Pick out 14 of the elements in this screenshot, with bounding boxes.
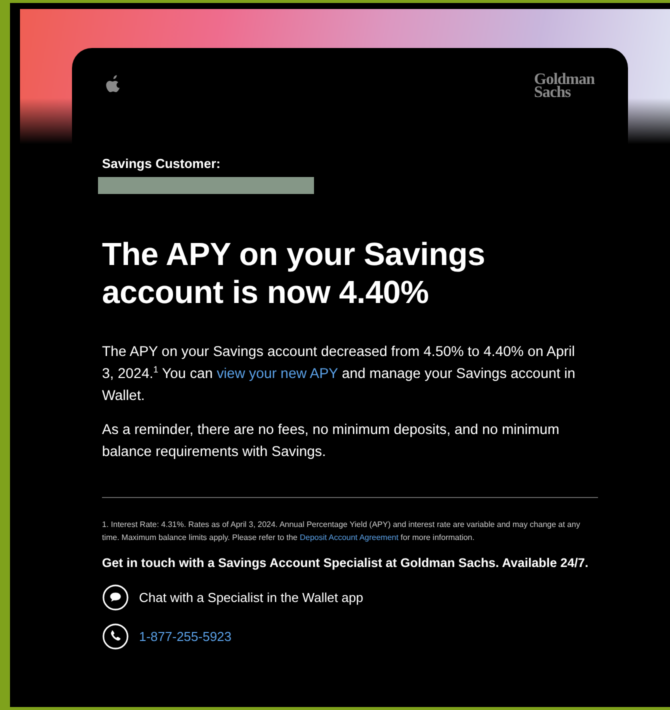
greeting-label: Savings Customer: (102, 156, 222, 171)
phone-icon (102, 623, 129, 650)
phone-link[interactable]: 1-877-255-5923 (139, 629, 232, 644)
chat-bubble-icon (102, 584, 129, 611)
footnote: 1. Interest Rate: 4.31%. Rates as of April 3, 2024. Annual Percentage Yield (APY) and interest rate are variable and may change at any time. Maximum balance limits apply. Please refer to the Deposit Account Agreement for more information. (102, 519, 582, 544)
logo-text: Goldman Sachs (534, 73, 596, 99)
apple-icon (106, 75, 121, 93)
headline: The APY on your Savings account is now 4.40% (102, 235, 486, 311)
link[interactable]: view your new APY (216, 366, 338, 382)
body-paragraph: As a reminder, there are no fees, no minimum deposits, and no minimum balance requirements with Savings. (102, 421, 560, 462)
body-paragraph: The APY on your Savings account decreased from 4.50% to 4.40% on April 3, 2024.$^{1}$ You can view your new APY and manage your Savings account in Wallet. (102, 343, 576, 406)
link[interactable]: Deposit Account Agreement (300, 533, 398, 542)
chat-label[interactable]: Chat with a Specialist in the Wallet app (139, 590, 364, 605)
contact-heading: Get in touch with a Savings Account Specialist at Goldman Sachs. Available 24/7. (102, 556, 590, 570)
